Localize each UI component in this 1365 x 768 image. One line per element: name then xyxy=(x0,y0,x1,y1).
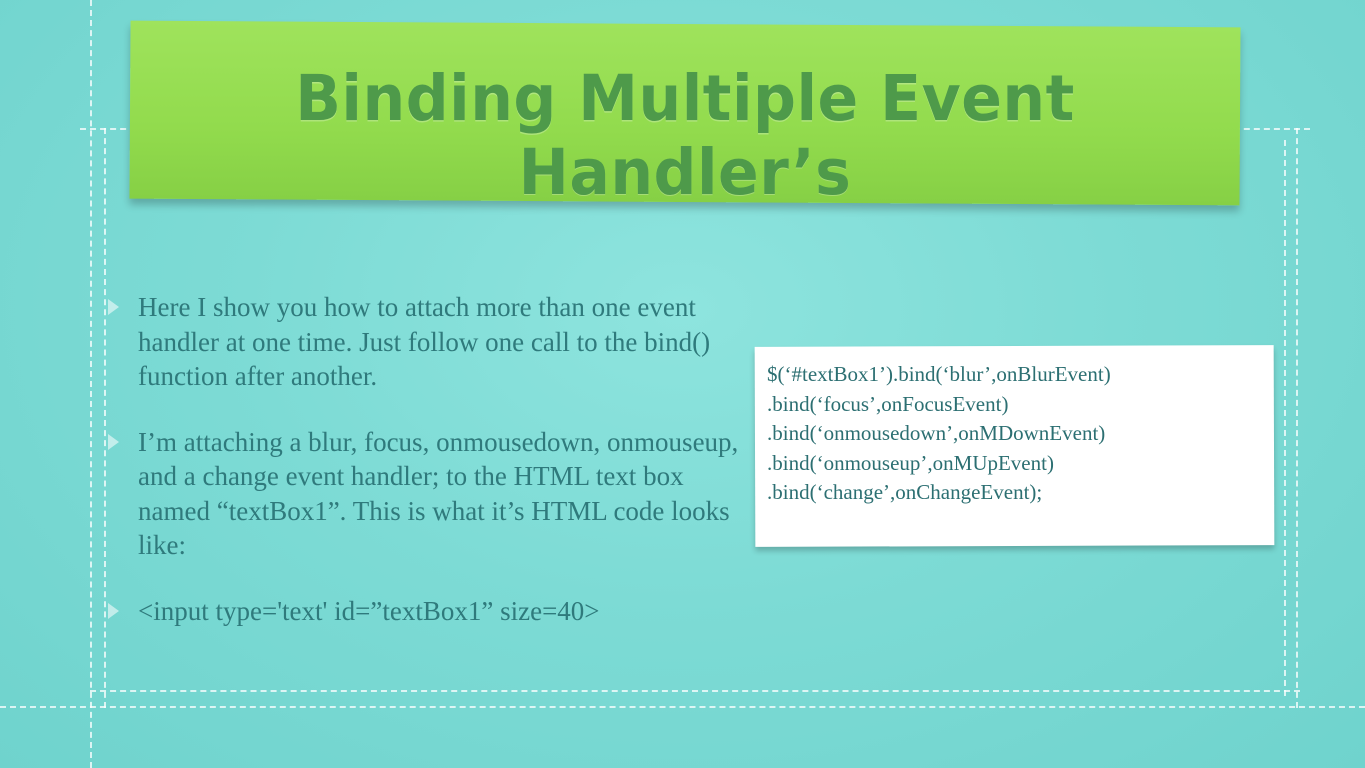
code-block: $(‘#textBox1’).bind(‘blur’,onBlurEvent) … xyxy=(767,360,1267,508)
bullet-item: Here I show you how to attach more than … xyxy=(104,290,754,394)
stitch-line-right xyxy=(1296,128,1298,708)
code-line: .bind(‘change’,onChangeEvent); xyxy=(767,480,1043,504)
stitch-line-right-inner xyxy=(1284,140,1286,696)
code-line: $(‘#textBox1’).bind(‘blur’,onBlurEvent) xyxy=(767,362,1111,386)
bullet-arrow-icon xyxy=(108,602,119,619)
code-line: .bind(‘focus’,onFocusEvent) xyxy=(767,391,1009,416)
stitch-line-bottom xyxy=(90,690,1300,692)
bullet-list: Here I show you how to attach more than … xyxy=(104,290,754,659)
bullet-text: <input type='text' id=”textBox1” size=40… xyxy=(138,595,600,626)
bullet-item: I’m attaching a blur, focus, onmousedown… xyxy=(104,425,754,563)
stitch-line-lower xyxy=(0,706,1365,708)
slide-title: Binding Multiple Event Handler’s xyxy=(295,62,1075,210)
code-line: .bind(‘onmouseup’,onMUpEvent) xyxy=(767,450,1054,475)
bullet-text: Here I show you how to attach more than … xyxy=(138,292,711,391)
bullet-arrow-icon xyxy=(108,299,119,315)
stitch-line-left xyxy=(90,0,92,768)
code-line: .bind(‘onmousedown’,onMDownEvent) xyxy=(767,421,1106,445)
bullet-item: <input type='text' id=”textBox1” size=40… xyxy=(104,594,754,629)
bullet-arrow-icon xyxy=(108,433,119,450)
bullet-text: I’m attaching a blur, focus, onmousedown… xyxy=(138,426,739,561)
